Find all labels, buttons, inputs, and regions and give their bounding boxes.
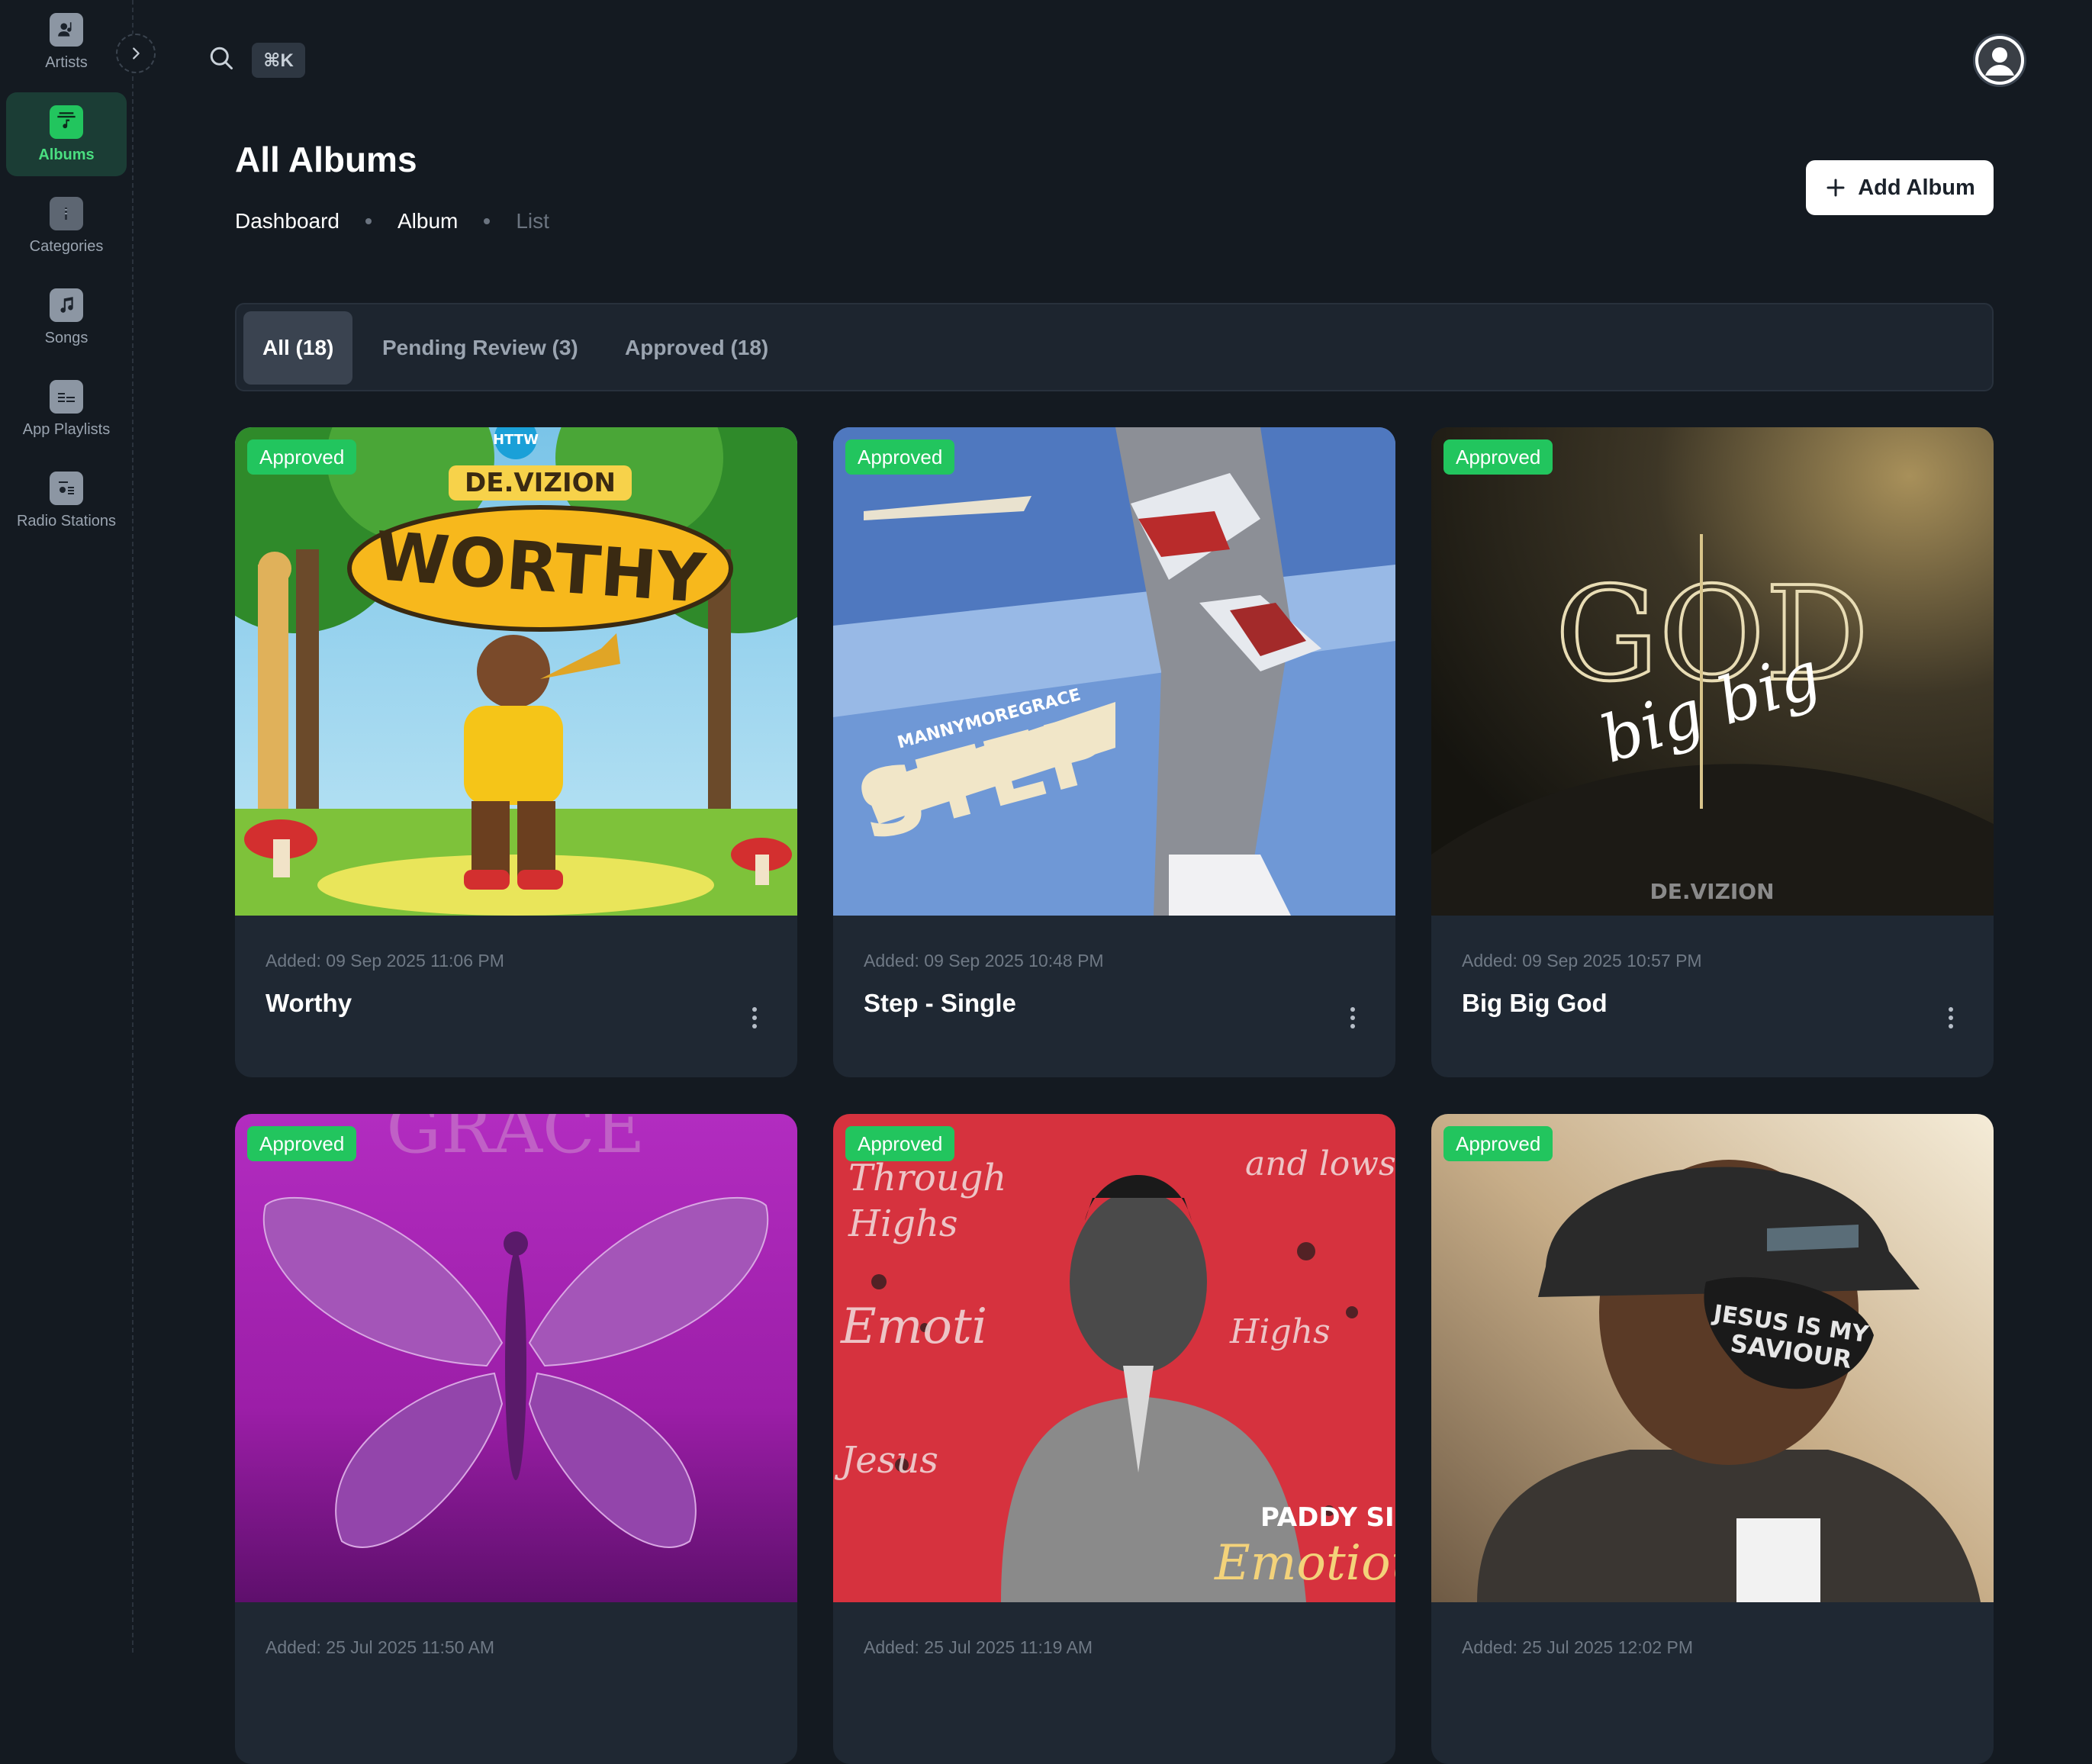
status-badge: Approved <box>247 439 357 475</box>
status-badge: Approved <box>845 439 955 475</box>
album-added-date: Added: 09 Sep 2025 10:48 PM <box>864 951 1104 971</box>
svg-text:DE.VIZION: DE.VIZION <box>465 468 616 498</box>
playlist-icon <box>50 379 83 414</box>
breadcrumb-list: List <box>516 209 549 233</box>
album-card[interactable]: STEP MANNYMOREGRACE Approved Added: 09 S… <box>833 427 1395 1077</box>
artist-icon <box>50 12 83 47</box>
sidebar-item-albums[interactable]: Albums <box>6 92 127 176</box>
album-added-date: Added: 09 Sep 2025 11:06 PM <box>266 951 504 971</box>
add-album-label: Add Album <box>1858 175 1975 200</box>
more-options-button[interactable] <box>1936 1001 1966 1035</box>
svg-text:Through: Through <box>848 1157 1006 1199</box>
album-card[interactable]: GRACE Approved Added: 25 Jul 2025 11:50 … <box>235 1114 797 1764</box>
sidebar-item-label: Radio Stations <box>16 512 117 530</box>
album-title[interactable]: Big Big God <box>1462 989 1608 1018</box>
sidebar: Artists Albums Categories Songs App Play… <box>0 0 134 1653</box>
album-cover-art: GOD big big DE.VIZION <box>1431 427 1994 916</box>
search-icon <box>210 47 233 69</box>
status-badge: Approved <box>1443 1126 1553 1161</box>
breadcrumb: Dashboard Album List <box>235 209 549 233</box>
more-options-button[interactable] <box>739 1001 770 1035</box>
svg-text:Highs: Highs <box>848 1202 957 1245</box>
sidebar-item-label: Artists <box>45 53 88 71</box>
user-avatar[interactable] <box>1973 34 2026 87</box>
status-badge: Approved <box>1443 439 1553 475</box>
sidebar-collapse-button[interactable] <box>116 34 156 73</box>
tab-all[interactable]: All (18) <box>243 311 353 385</box>
user-avatar-icon <box>1978 39 2021 82</box>
album-added-date: Added: 25 Jul 2025 12:02 PM <box>1462 1637 1694 1657</box>
album-cover[interactable]: Through Highs Emoti Jesus and lows Highs… <box>833 1114 1395 1602</box>
album-icon <box>50 105 83 139</box>
album-added-date: Added: 09 Sep 2025 10:57 PM <box>1462 951 1702 971</box>
album-cover-art: GRACE <box>235 1114 797 1602</box>
sidebar-item-radio-stations[interactable]: Radio Stations <box>6 459 127 542</box>
radio-icon <box>50 471 83 505</box>
album-card[interactable]: Through Highs Emoti Jesus and lows Highs… <box>833 1114 1395 1764</box>
status-badge: Approved <box>845 1126 955 1161</box>
album-added-date: Added: 25 Jul 2025 11:50 AM <box>266 1637 495 1657</box>
breadcrumb-album[interactable]: Album <box>397 209 458 233</box>
search-shortcut[interactable]: ⌘K <box>252 43 305 78</box>
status-tabs: All (18) Pending Review (3) Approved (18… <box>235 303 1994 391</box>
tab-pending-review[interactable]: Pending Review (3) <box>363 311 597 385</box>
sidebar-item-label: Categories <box>29 237 104 255</box>
album-cover[interactable]: WORTHY DE.VIZION HTTW <box>235 427 797 916</box>
svg-text:DE.VIZION: DE.VIZION <box>1649 879 1774 904</box>
album-card[interactable]: WORTHY DE.VIZION HTTW Approved Added: 09… <box>235 427 797 1077</box>
search-button[interactable] <box>208 44 238 75</box>
sidebar-item-artists[interactable]: Artists <box>6 0 127 84</box>
sidebar-item-label: App Playlists <box>22 420 111 438</box>
svg-text:Jesus: Jesus <box>834 1439 938 1482</box>
folder-icon <box>50 196 83 230</box>
album-added-date: Added: 25 Jul 2025 11:19 AM <box>864 1637 1093 1657</box>
svg-text:HTTW: HTTW <box>493 432 539 448</box>
page-title: All Albums <box>235 140 417 179</box>
plus-icon <box>1826 179 1845 197</box>
album-card[interactable]: GOD big big DE.VIZION Approved Added: 09… <box>1431 427 1994 1077</box>
breadcrumb-dashboard[interactable]: Dashboard <box>235 209 340 233</box>
album-title[interactable]: Step - Single <box>864 989 1016 1018</box>
album-cover-art: JESUS IS MY SAVIOUR <box>1431 1114 1994 1602</box>
breadcrumb-separator <box>484 218 491 224</box>
status-badge: Approved <box>247 1126 357 1161</box>
music-note-icon <box>50 288 83 322</box>
svg-text:GRACE: GRACE <box>386 1114 645 1169</box>
breadcrumb-separator <box>365 218 372 224</box>
sidebar-item-label: Albums <box>38 146 95 163</box>
album-cover-art: STEP MANNYMOREGRACE <box>833 427 1395 916</box>
sidebar-item-songs[interactable]: Songs <box>6 275 127 359</box>
album-cover[interactable]: JESUS IS MY SAVIOUR <box>1431 1114 1994 1602</box>
sidebar-item-categories[interactable]: Categories <box>6 184 127 268</box>
svg-text:PADDY SIMBA: PADDY SIMBA <box>1260 1502 1395 1533</box>
album-cover[interactable]: STEP MANNYMOREGRACE <box>833 427 1395 916</box>
chevron-right-icon <box>133 47 140 60</box>
album-cover[interactable]: GOD big big DE.VIZION <box>1431 427 1994 916</box>
tab-approved[interactable]: Approved (18) <box>606 311 787 385</box>
sidebar-item-app-playlists[interactable]: App Playlists <box>6 367 127 451</box>
svg-text:Emoti: Emoti <box>840 1299 987 1355</box>
album-title[interactable]: Worthy <box>266 989 352 1018</box>
album-card[interactable]: JESUS IS MY SAVIOUR Approved Added: 25 J… <box>1431 1114 1994 1764</box>
album-cover[interactable]: GRACE <box>235 1114 797 1602</box>
sidebar-item-label: Songs <box>44 329 89 346</box>
add-album-button[interactable]: Add Album <box>1806 160 1994 215</box>
more-options-button[interactable] <box>1337 1001 1368 1035</box>
album-cover-art: WORTHY DE.VIZION HTTW <box>235 427 797 916</box>
svg-text:Emotious: Emotious <box>1214 1535 1395 1592</box>
album-cover-art: Through Highs Emoti Jesus and lows Highs… <box>833 1114 1395 1602</box>
svg-text:Highs: Highs <box>1229 1312 1331 1351</box>
svg-text:and lows: and lows <box>1245 1144 1395 1183</box>
